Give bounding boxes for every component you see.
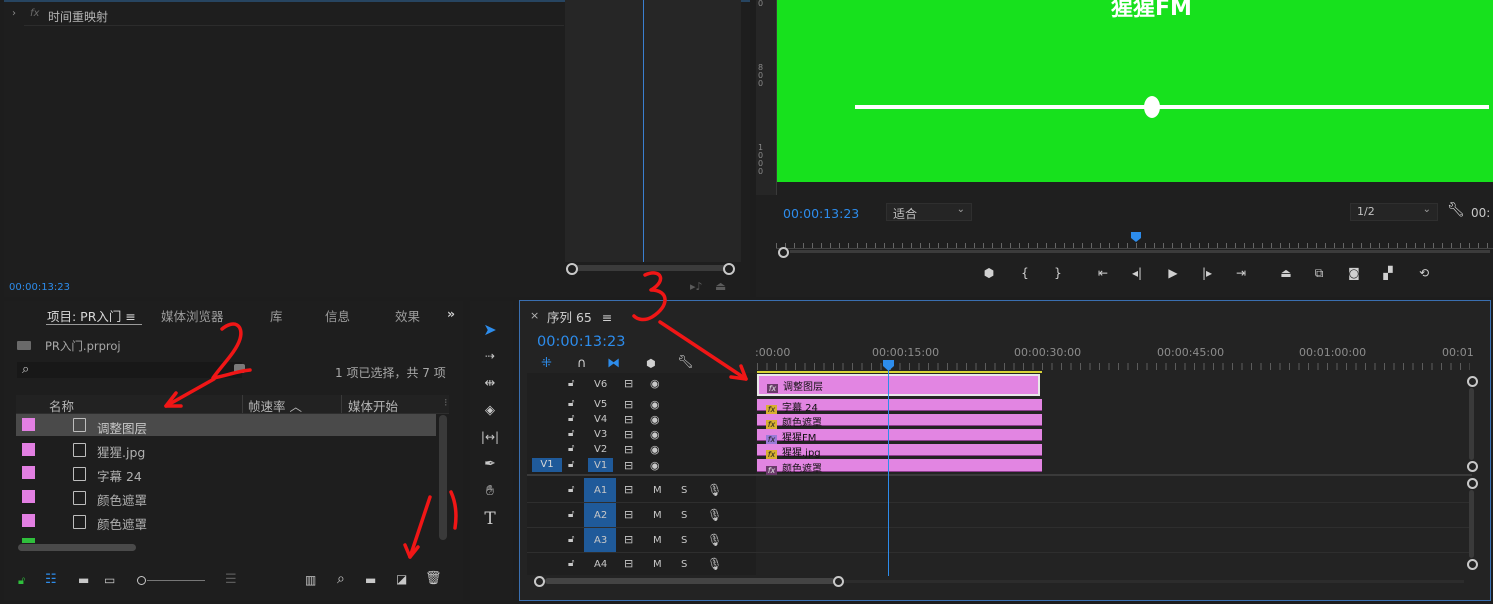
annotation-digit-2	[211, 322, 252, 380]
annotation-arrow-2	[164, 377, 216, 408]
red-annotation-overlay	[164, 271, 748, 559]
annotation-digit-1	[449, 490, 458, 530]
annotation-arrow-1	[408, 495, 432, 559]
annotation-digit-3	[632, 271, 667, 322]
annotation-arrow-3	[658, 320, 748, 381]
